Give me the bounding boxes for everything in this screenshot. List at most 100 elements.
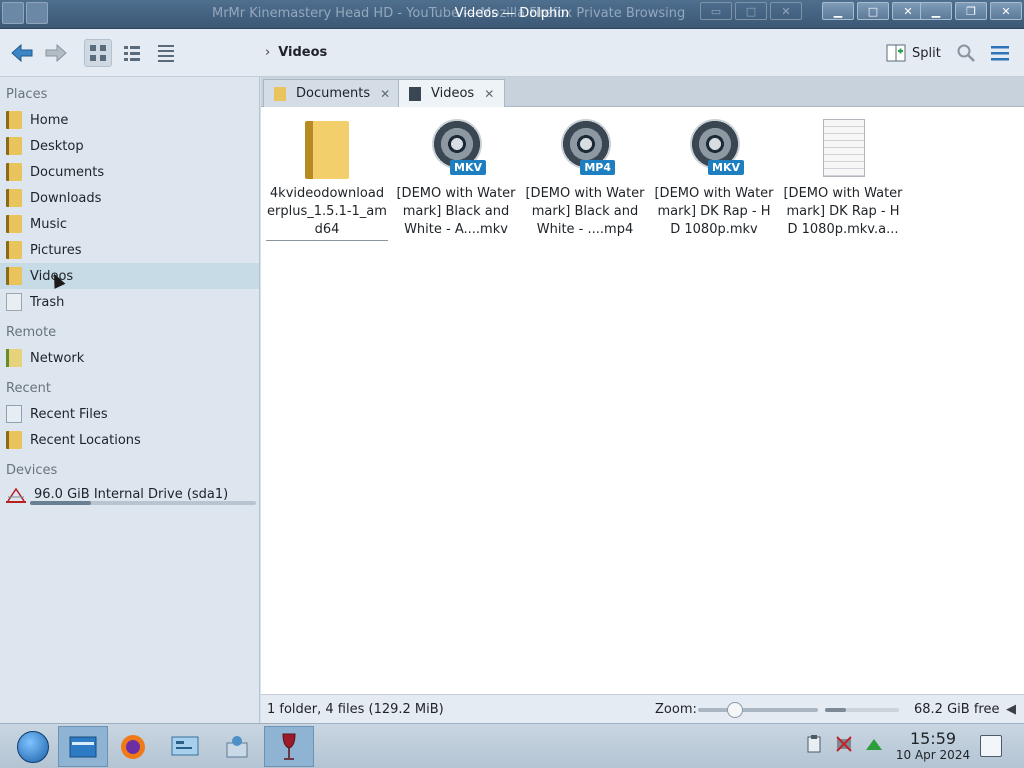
secondary-close-button[interactable]: ✕ <box>990 2 1022 20</box>
main-toolbar: › Videos Split <box>0 29 1024 77</box>
status-menu-arrow-icon[interactable]: ◀ <box>1006 702 1016 717</box>
sidebar-item-desktop[interactable]: Desktop <box>0 133 259 159</box>
file-view[interactable]: 4kvideodownloaderplus_1.5.1-1_amd64 MKV … <box>261 107 1024 694</box>
tab-bar: Documents ✕ Videos ✕ <box>261 77 1024 107</box>
home-folder-icon <box>6 111 22 129</box>
file-item-video[interactable]: MKV [DEMO with Watermark] DK Rap - HD 10… <box>653 117 775 239</box>
updates-arrow-icon[interactable] <box>864 734 884 754</box>
sidebar-item-documents[interactable]: Documents <box>0 159 259 185</box>
sidebar-item-label: Home <box>30 112 69 128</box>
mkv-video-icon: MKV <box>682 117 746 181</box>
sidebar-item-label: Trash <box>30 294 65 310</box>
sidebar-item-trash[interactable]: Trash <box>0 289 259 315</box>
breadcrumb[interactable]: › Videos <box>265 45 327 60</box>
background-help-icon: ▭ <box>700 2 732 20</box>
sidebar-item-music[interactable]: Music <box>0 211 259 237</box>
sidebar-item-label: Documents <box>30 164 105 180</box>
start-button[interactable] <box>8 726 58 767</box>
zoom-slider-handle[interactable] <box>727 702 744 718</box>
secondary-window-buttons: ▁ ❐ ✕ <box>920 2 1022 20</box>
recent-locations-icon <box>6 431 22 449</box>
network-folder-icon <box>6 349 22 367</box>
split-button[interactable]: Split <box>886 41 941 65</box>
sidebar-item-network[interactable]: Network <box>0 345 259 371</box>
start-menu-icon <box>17 730 49 763</box>
taskbar-software-center[interactable] <box>212 726 262 767</box>
details-view-button[interactable] <box>152 39 180 67</box>
forward-button[interactable] <box>42 39 70 67</box>
file-name: [DEMO with Watermark] DK Rap - HD 1080p.… <box>783 186 903 237</box>
file-item-document[interactable]: [DEMO with Watermark] DK Rap - HD 1080p.… <box>782 117 904 239</box>
tab-videos[interactable]: Videos ✕ <box>398 79 506 107</box>
search-button[interactable] <box>952 39 980 67</box>
system-settings-icon <box>171 736 199 755</box>
breadcrumb-current[interactable]: Videos <box>278 45 327 60</box>
zoom-slider[interactable] <box>698 702 818 718</box>
minimize-button[interactable]: ▁ <box>822 2 854 20</box>
recent-files-icon <box>6 405 22 423</box>
taskbar-dolphin[interactable] <box>58 726 108 767</box>
section-title-devices: Devices <box>6 463 58 478</box>
taskbar-system-settings[interactable] <box>160 726 210 767</box>
file-name: [DEMO with Watermark] Black and White - … <box>525 186 645 237</box>
sidebar-item-home[interactable]: Home <box>0 107 259 133</box>
back-button[interactable] <box>8 39 36 67</box>
background-close-icon: ✕ <box>770 2 802 20</box>
close-tab-icon[interactable]: ✕ <box>484 87 494 101</box>
icons-view-icon <box>90 45 106 61</box>
sidebar-item-pictures[interactable]: Pictures <box>0 237 259 263</box>
binary-file-icon <box>811 117 875 181</box>
maximize-button[interactable]: □ <box>857 2 889 20</box>
package-manager-icon <box>226 735 248 757</box>
status-bar: 1 folder, 4 files (129.2 MiB) Zoom: 68.2… <box>261 694 1024 723</box>
mkv-video-icon: MKV <box>424 117 488 181</box>
wine-glass-icon <box>282 733 296 760</box>
free-space-fill <box>825 708 847 712</box>
file-name: 4kvideodownloaderplus_1.5.1-1_amd64 <box>266 185 388 241</box>
sidebar-item-label: Recent Files <box>30 406 108 422</box>
icons-view-button[interactable] <box>84 39 112 67</box>
folder-info-text: 1 folder, 4 files (129.2 MiB) <box>267 702 444 717</box>
clock[interactable]: 15:59 10 Apr 2024 <box>892 731 974 763</box>
taskbar-firefox[interactable] <box>108 726 158 767</box>
file-item-video[interactable]: MP4 [DEMO with Watermark] Black and Whit… <box>524 117 646 239</box>
tab-documents[interactable]: Documents ✕ <box>263 79 402 107</box>
close-tab-icon[interactable]: ✕ <box>380 87 390 101</box>
forward-arrow-icon <box>45 43 67 63</box>
hamburger-menu-button[interactable] <box>986 39 1014 67</box>
compact-view-button[interactable] <box>118 39 146 67</box>
background-maximize-icon: □ <box>735 2 767 20</box>
window-titlebar[interactable]: MrMr Kinemastery Head HD - YouTube — Moz… <box>0 0 1024 29</box>
sidebar-item-label: 96.0 GiB Internal Drive (sda1) <box>34 486 229 502</box>
sidebar-item-recent-locations[interactable]: Recent Locations <box>0 427 259 453</box>
sidebar-item-label: Music <box>30 216 67 232</box>
compact-view-icon <box>124 46 140 61</box>
sidebar-item-videos[interactable]: Videos <box>0 263 259 289</box>
trash-icon <box>6 293 22 311</box>
documents-tab-icon <box>274 86 286 101</box>
file-item-video[interactable]: MKV [DEMO with Watermark] Black and Whit… <box>395 117 517 239</box>
section-title-recent: Recent <box>6 381 51 396</box>
clipboard-icon[interactable] <box>804 734 824 754</box>
pictures-folder-icon <box>6 241 22 259</box>
hard-drive-icon <box>6 485 26 503</box>
taskbar: 15:59 10 Apr 2024 <box>0 723 1024 768</box>
sidebar-item-recent-files[interactable]: Recent Files <box>0 401 259 427</box>
system-tray <box>804 734 884 754</box>
split-label: Split <box>912 45 941 61</box>
taskbar-wine[interactable] <box>264 726 314 767</box>
folder-icon <box>295 117 359 181</box>
sidebar-item-downloads[interactable]: Downloads <box>0 185 259 211</box>
window-buttons: ▁ □ ✕ <box>822 2 924 20</box>
mp4-video-icon: MP4 <box>553 117 617 181</box>
secondary-minimize-button[interactable]: ▁ <box>920 2 952 20</box>
background-window-buttons: ▭ □ ✕ <box>700 2 802 20</box>
network-disconnected-icon[interactable] <box>834 734 854 754</box>
file-name: [DEMO with Watermark] Black and White - … <box>396 186 516 237</box>
show-desktop-icon[interactable] <box>980 735 1002 757</box>
back-arrow-icon <box>11 43 33 63</box>
secondary-restore-button[interactable]: ❐ <box>955 2 987 20</box>
section-title-places: Places <box>6 87 48 102</box>
places-panel: Places Home Desktop Documents Downloads … <box>0 77 260 723</box>
file-item-folder[interactable]: 4kvideodownloaderplus_1.5.1-1_amd64 <box>266 117 388 241</box>
